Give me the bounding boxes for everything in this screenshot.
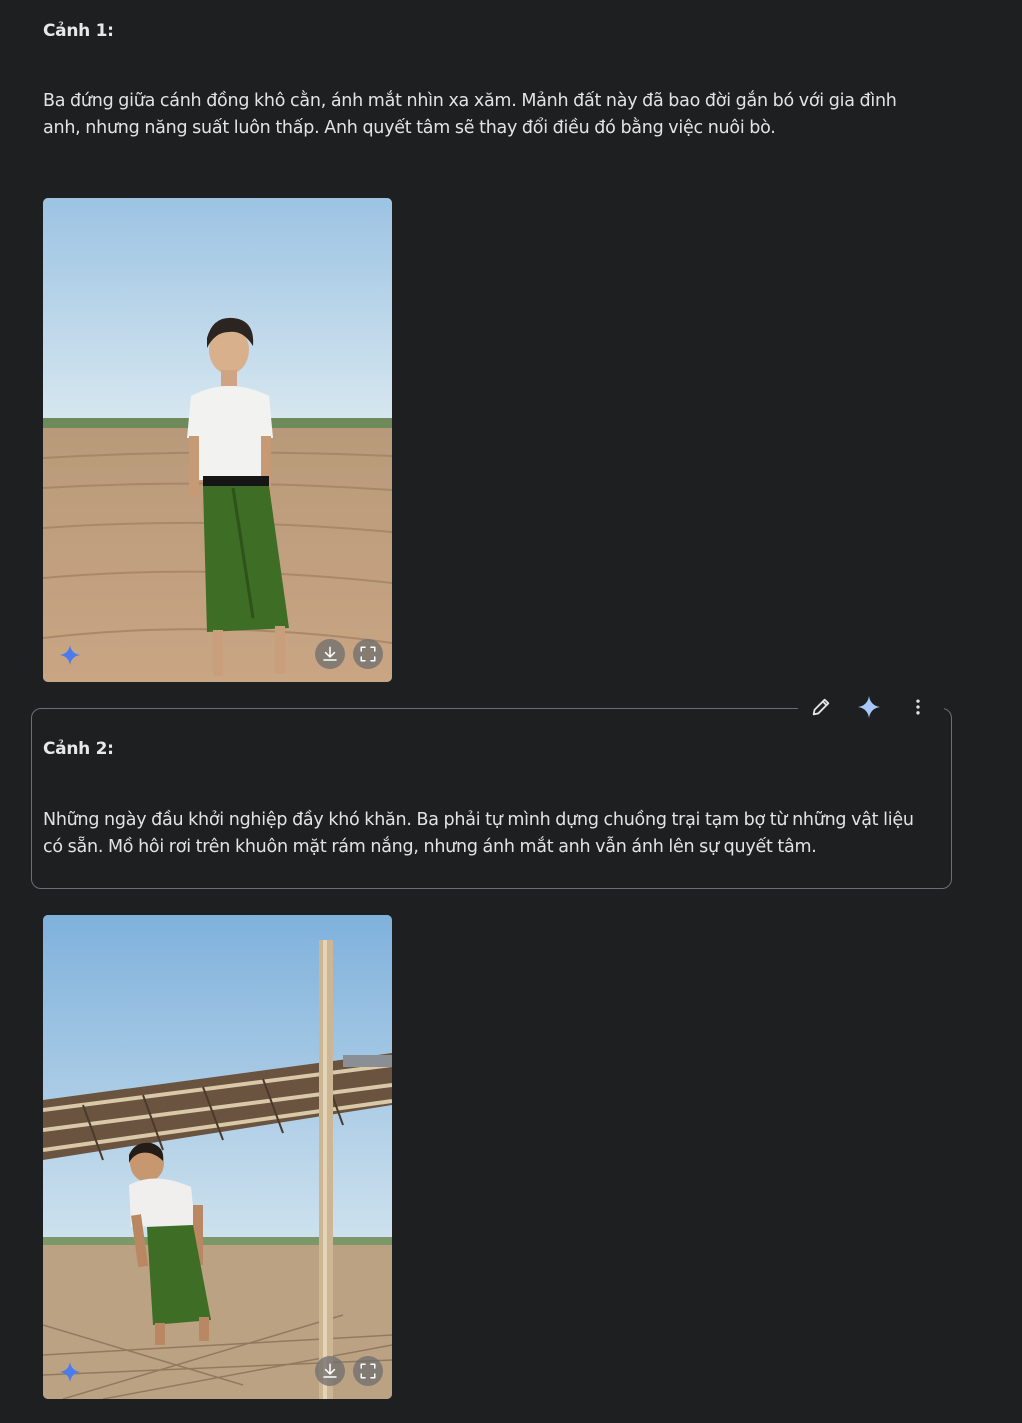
fullscreen-icon bbox=[360, 646, 376, 662]
sparkle-button[interactable] bbox=[854, 692, 884, 722]
fullscreen-icon bbox=[360, 1363, 376, 1379]
more-vertical-icon bbox=[916, 699, 920, 715]
scene-1-line-1: Ba đứng giữa cánh đồng khô cằn, ánh mắt … bbox=[43, 91, 897, 111]
response-toolbar bbox=[798, 690, 944, 724]
sparkle-icon bbox=[59, 644, 81, 666]
download-button[interactable] bbox=[315, 639, 345, 669]
scene-1-line-2: anh, nhưng năng suất luôn thấp. Anh quyế… bbox=[43, 118, 776, 138]
sparkle-icon bbox=[59, 1361, 81, 1383]
scene-2-image[interactable] bbox=[43, 915, 392, 1399]
scene-2-line-1: Những ngày đầu khởi nghiệp đầy khó khăn.… bbox=[43, 810, 914, 830]
more-options-button[interactable] bbox=[903, 692, 933, 722]
download-icon bbox=[323, 646, 337, 661]
scene-1-paragraph: Ba đứng giữa cánh đồng khô cằn, ánh mắt … bbox=[43, 88, 943, 142]
scene-2-heading: Cảnh 2: bbox=[43, 739, 114, 759]
fullscreen-button[interactable] bbox=[353, 639, 383, 669]
scene-2-paragraph: Những ngày đầu khởi nghiệp đầy khó khăn.… bbox=[43, 807, 943, 861]
sparkle-icon bbox=[858, 696, 880, 718]
scene-2-line-2: có sẵn. Mồ hôi rơi trên khuôn mặt rám nắ… bbox=[43, 837, 817, 857]
selected-response-box[interactable] bbox=[31, 708, 952, 889]
scene-1-heading: Cảnh 1: bbox=[43, 21, 114, 41]
fullscreen-button[interactable] bbox=[353, 1356, 383, 1386]
download-icon bbox=[323, 1363, 337, 1378]
edit-button[interactable] bbox=[806, 692, 836, 722]
scene-1-image[interactable] bbox=[43, 198, 392, 682]
download-button[interactable] bbox=[315, 1356, 345, 1386]
pencil-icon bbox=[812, 698, 830, 716]
